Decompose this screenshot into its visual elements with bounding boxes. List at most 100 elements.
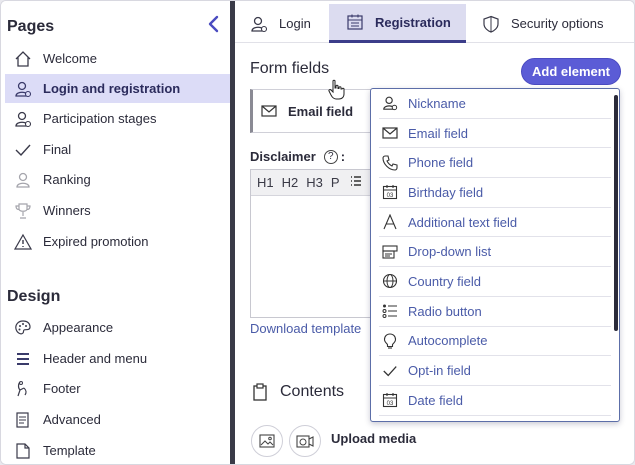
- dropdown-scrollbar[interactable]: [614, 95, 618, 331]
- sidebar-item-ranking[interactable]: Ranking: [5, 165, 230, 194]
- tab-security-options[interactable]: Security options: [481, 4, 631, 43]
- media-icon: [296, 435, 314, 448]
- phone-icon: [381, 154, 399, 172]
- sidebar-item-footer[interactable]: Footer: [5, 374, 230, 403]
- sidebar-item-participation-stages[interactable]: Participation stages: [5, 104, 230, 133]
- sidebar-item-label: Footer: [43, 381, 81, 396]
- sidebar-item-label: Ranking: [43, 172, 91, 187]
- dropdown-item-label: Email field: [408, 125, 468, 141]
- h1-button[interactable]: H1: [257, 175, 274, 190]
- sidebar-item-label: Expired promotion: [43, 234, 149, 249]
- template-icon: [13, 441, 33, 461]
- user-icon: [381, 94, 399, 112]
- image-upload-button[interactable]: [251, 425, 283, 457]
- contents-title: Contents: [280, 383, 345, 400]
- radio-list-icon: [381, 302, 399, 320]
- dropdown-item-birthday-field[interactable]: 03 Birthday field: [379, 178, 611, 208]
- download-template-link[interactable]: Download template: [250, 321, 361, 336]
- disclaimer-label-row: Disclaimer ? :: [250, 149, 345, 164]
- disclaimer-editor[interactable]: H1 H2 H3 P: [250, 169, 390, 318]
- trophy-icon: [13, 201, 33, 221]
- sidebar-item-label: Winners: [43, 203, 91, 218]
- media-library-button[interactable]: [289, 425, 321, 457]
- help-icon[interactable]: ?: [323, 149, 338, 164]
- sidebar-item-label: Final: [43, 142, 72, 157]
- dropdown-item-phone-field[interactable]: Phone field: [379, 148, 611, 179]
- sidebar-item-header-and-menu[interactable]: Header and menu: [5, 344, 230, 373]
- dropdown-item-country-field[interactable]: Country field: [379, 267, 611, 297]
- design-section-title: Design: [7, 288, 61, 305]
- hand-cursor-icon: [328, 79, 345, 100]
- email-field-card[interactable]: Email field: [250, 89, 390, 133]
- svg-text:03: 03: [387, 401, 394, 407]
- dropdown-item-label: Phone field: [408, 155, 474, 171]
- calendar-day-icon: 03: [381, 391, 399, 409]
- sidebar-item-label: Login and registration: [43, 81, 181, 96]
- dropdown-item-nickname[interactable]: Nickname: [379, 89, 611, 119]
- h3-button[interactable]: H3: [306, 175, 323, 190]
- sidebar-item-advanced[interactable]: Advanced: [5, 405, 230, 434]
- collapse-sidebar-button[interactable]: [204, 13, 222, 35]
- dropdown-item-drop-down-list[interactable]: Drop-down list: [379, 237, 611, 268]
- paragraph-button[interactable]: P: [331, 175, 340, 190]
- list-icon[interactable]: [350, 175, 362, 190]
- tab-login[interactable]: Login: [249, 4, 329, 43]
- tab-label: Security options: [511, 16, 604, 31]
- dropdown-item-label: Drop-down list: [408, 244, 492, 260]
- sidebar-item-login-and-registration[interactable]: Login and registration: [5, 74, 230, 103]
- sidebar-item-winners[interactable]: Winners: [5, 196, 230, 225]
- dropdown-item-label: Opt-in field: [408, 363, 471, 379]
- dropdown-list-icon: [381, 243, 399, 261]
- sidebar-item-template[interactable]: Template: [5, 436, 230, 464]
- menu-icon: [13, 349, 33, 369]
- image-icon: [259, 434, 275, 448]
- text-icon: [381, 213, 399, 231]
- pages-section-title: Pages: [7, 18, 55, 35]
- dropdown-item-email-field[interactable]: Email field: [379, 119, 611, 149]
- dropdown-item-opt-in-field[interactable]: Opt-in field: [379, 356, 611, 386]
- check-icon: [381, 362, 399, 380]
- globe-icon: [381, 272, 399, 290]
- tab-registration[interactable]: Registration: [329, 4, 466, 43]
- sidebar-item-label: Template: [43, 443, 96, 458]
- sidebar-item-label: Header and menu: [43, 351, 148, 366]
- dropdown-item-autocomplete[interactable]: Autocomplete: [379, 327, 611, 357]
- envelope-icon: [261, 105, 279, 117]
- dropdown-item-label: Date field: [408, 392, 463, 408]
- sidebar-item-final[interactable]: Final: [5, 135, 230, 164]
- dropdown-item-label: Country field: [408, 273, 481, 289]
- dropdown-item-label: Birthday field: [408, 184, 484, 200]
- chevron-left-icon: [208, 15, 219, 33]
- ranking-icon: [13, 170, 33, 190]
- dropdown-item-radio-button[interactable]: Radio button: [379, 297, 611, 327]
- shield-icon: [481, 14, 501, 34]
- dropdown-item-date-field[interactable]: 03 Date field: [379, 386, 611, 416]
- user-icon: [13, 79, 33, 99]
- envelope-icon: [381, 124, 399, 142]
- sidebar-item-expired-promotion[interactable]: Expired promotion: [5, 227, 230, 256]
- editor-toolbar: H1 H2 H3 P: [251, 170, 389, 196]
- user-icon: [249, 14, 269, 34]
- dropdown-item-additional-text-field[interactable]: Additional text field: [379, 208, 611, 238]
- advanced-icon: [13, 410, 33, 430]
- check-icon: [13, 140, 33, 160]
- upload-media-label: Upload media: [331, 431, 417, 446]
- sidebar-item-welcome[interactable]: Welcome: [5, 44, 230, 73]
- warning-icon: [13, 232, 33, 252]
- sidebar-item-label: Participation stages: [43, 111, 157, 126]
- sidebar-item-appearance[interactable]: Appearance: [5, 313, 230, 342]
- svg-text:03: 03: [387, 193, 394, 199]
- home-icon: [13, 49, 33, 69]
- calendar-day-icon: 03: [381, 183, 399, 201]
- bulb-icon: [381, 332, 399, 350]
- clipboard-icon: [252, 383, 268, 401]
- dropdown-item-label: Nickname: [408, 95, 466, 111]
- sidebar-item-label: Advanced: [43, 412, 101, 427]
- h2-button[interactable]: H2: [282, 175, 299, 190]
- sidebar-item-label: Welcome: [43, 51, 97, 66]
- add-element-dropdown[interactable]: Nickname Email field Phone field 03 Birt…: [370, 88, 620, 422]
- add-element-button[interactable]: Add element: [521, 58, 621, 85]
- palette-icon: [13, 318, 33, 338]
- calendar-icon: [345, 12, 365, 32]
- tab-bar: Login Registration Security options: [235, 1, 634, 43]
